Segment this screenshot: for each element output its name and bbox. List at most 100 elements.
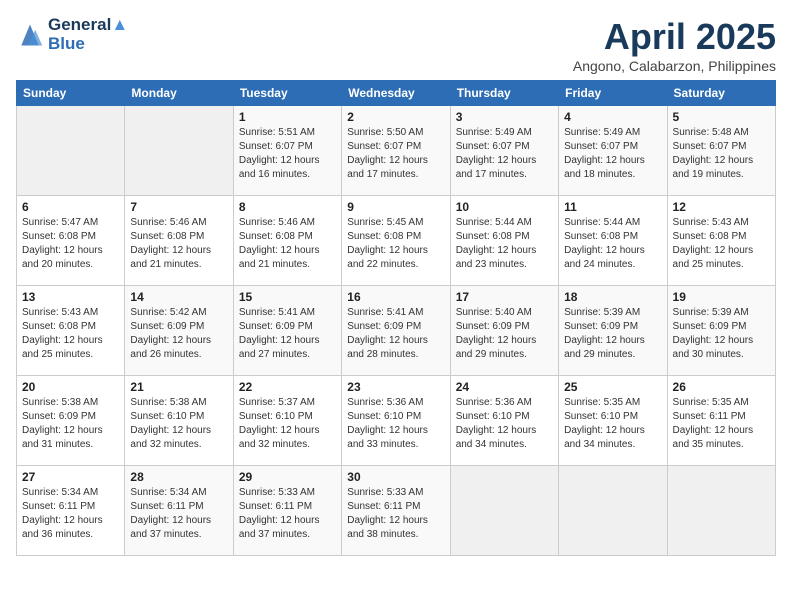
day-detail: Sunrise: 5:39 AMSunset: 6:09 PMDaylight:… [673, 306, 770, 362]
weekday-header-row: SundayMondayTuesdayWednesdayThursdayFrid… [17, 81, 776, 106]
calendar-cell: 30 Sunrise: 5:33 AMSunset: 6:11 PMDayligh… [342, 466, 450, 556]
day-number: 19 [673, 290, 770, 304]
day-detail: Sunrise: 5:47 AMSunset: 6:08 PMDaylight:… [22, 216, 119, 272]
day-detail: Sunrise: 5:51 AMSunset: 6:07 PMDaylight:… [239, 126, 336, 182]
calendar-cell: 5 Sunrise: 5:48 AMSunset: 6:07 PMDaylight… [667, 106, 775, 196]
day-detail: Sunrise: 5:35 AMSunset: 6:11 PMDaylight:… [673, 396, 770, 452]
day-number: 14 [130, 290, 227, 304]
day-detail: Sunrise: 5:39 AMSunset: 6:09 PMDaylight:… [564, 306, 661, 362]
weekday-header-thursday: Thursday [450, 81, 558, 106]
day-detail: Sunrise: 5:36 AMSunset: 6:10 PMDaylight:… [456, 396, 553, 452]
calendar-cell: 17Sunrise: 5:40 AMSunset: 6:09 PMDayligh… [450, 286, 558, 376]
calendar-cell: 24Sunrise: 5:36 AMSunset: 6:10 PMDayligh… [450, 376, 558, 466]
calendar-cell: 16 Sunrise: 5:41 AMSunset: 6:09 PMDayligh… [342, 286, 450, 376]
day-detail: Sunrise: 5:38 AMSunset: 6:10 PMDaylight:… [130, 396, 227, 452]
day-number: 5 [673, 110, 770, 124]
day-number: 23 [347, 380, 444, 394]
calendar-cell: 28Sunrise: 5:34 AMSunset: 6:11 PMDayligh… [125, 466, 233, 556]
day-detail: Sunrise: 5:44 AMSunset: 6:08 PMDaylight:… [564, 216, 661, 272]
day-number: 27 [22, 470, 119, 484]
month-title: April 2025 [573, 16, 776, 58]
logo-text: General▲ Blue [48, 16, 128, 53]
calendar-body: 1 Sunrise: 5:51 AMSunset: 6:07 PMDaylight… [17, 106, 776, 556]
calendar-table: SundayMondayTuesdayWednesdayThursdayFrid… [16, 80, 776, 556]
day-detail: Sunrise: 5:37 AMSunset: 6:10 PMDaylight:… [239, 396, 336, 452]
weekday-header-monday: Monday [125, 81, 233, 106]
day-number: 15 [239, 290, 336, 304]
day-number: 30 [347, 470, 444, 484]
calendar-week-5: 27 Sunrise: 5:34 AMSunset: 6:11 PMDayligh… [17, 466, 776, 556]
day-number: 10 [456, 200, 553, 214]
location: Angono, Calabarzon, Philippines [573, 58, 776, 74]
day-detail: Sunrise: 5:44 AMSunset: 6:08 PMDaylight:… [456, 216, 553, 272]
calendar-cell: 15Sunrise: 5:41 AMSunset: 6:09 PMDayligh… [233, 286, 341, 376]
day-number: 17 [456, 290, 553, 304]
calendar-cell: 8 Sunrise: 5:46 AMSunset: 6:08 PMDaylight… [233, 196, 341, 286]
weekday-header-friday: Friday [559, 81, 667, 106]
day-number: 8 [239, 200, 336, 214]
day-detail: Sunrise: 5:45 AMSunset: 6:08 PMDaylight:… [347, 216, 444, 272]
day-number: 18 [564, 290, 661, 304]
day-number: 2 [347, 110, 444, 124]
calendar-cell [667, 466, 775, 556]
calendar-cell: 10 Sunrise: 5:44 AMSunset: 6:08 PMDayligh… [450, 196, 558, 286]
day-number: 4 [564, 110, 661, 124]
calendar-cell [17, 106, 125, 196]
calendar-cell: 12 Sunrise: 5:43 AMSunset: 6:08 PMDayligh… [667, 196, 775, 286]
weekday-header-tuesday: Tuesday [233, 81, 341, 106]
calendar-cell: 20 Sunrise: 5:38 AMSunset: 6:09 PMDayligh… [17, 376, 125, 466]
title-area: April 2025 Angono, Calabarzon, Philippin… [573, 16, 776, 74]
day-number: 9 [347, 200, 444, 214]
day-detail: Sunrise: 5:42 AMSunset: 6:09 PMDaylight:… [130, 306, 227, 362]
calendar-cell [559, 466, 667, 556]
day-detail: Sunrise: 5:34 AMSunset: 6:11 PMDaylight:… [130, 486, 227, 542]
day-number: 6 [22, 200, 119, 214]
calendar-cell: 19 Sunrise: 5:39 AMSunset: 6:09 PMDayligh… [667, 286, 775, 376]
calendar-cell: 9 Sunrise: 5:45 AMSunset: 6:08 PMDaylight… [342, 196, 450, 286]
day-detail: Sunrise: 5:33 AMSunset: 6:11 PMDaylight:… [239, 486, 336, 542]
weekday-header-saturday: Saturday [667, 81, 775, 106]
weekday-header-wednesday: Wednesday [342, 81, 450, 106]
calendar-cell: 27 Sunrise: 5:34 AMSunset: 6:11 PMDayligh… [17, 466, 125, 556]
page-header: General▲ Blue April 2025 Angono, Calabar… [16, 16, 776, 74]
calendar-week-4: 20 Sunrise: 5:38 AMSunset: 6:09 PMDayligh… [17, 376, 776, 466]
calendar-cell: 7Sunrise: 5:46 AMSunset: 6:08 PMDaylight… [125, 196, 233, 286]
calendar-cell: 13Sunrise: 5:43 AMSunset: 6:08 PMDayligh… [17, 286, 125, 376]
calendar-cell: 11Sunrise: 5:44 AMSunset: 6:08 PMDayligh… [559, 196, 667, 286]
day-detail: Sunrise: 5:33 AMSunset: 6:11 PMDaylight:… [347, 486, 444, 542]
day-number: 26 [673, 380, 770, 394]
day-number: 16 [347, 290, 444, 304]
calendar-cell [450, 466, 558, 556]
day-detail: Sunrise: 5:49 AMSunset: 6:07 PMDaylight:… [564, 126, 661, 182]
day-detail: Sunrise: 5:46 AMSunset: 6:08 PMDaylight:… [239, 216, 336, 272]
calendar-cell: 26 Sunrise: 5:35 AMSunset: 6:11 PMDayligh… [667, 376, 775, 466]
calendar-cell: 18 Sunrise: 5:39 AMSunset: 6:09 PMDayligh… [559, 286, 667, 376]
weekday-header-sunday: Sunday [17, 81, 125, 106]
calendar-cell: 29 Sunrise: 5:33 AMSunset: 6:11 PMDayligh… [233, 466, 341, 556]
day-detail: Sunrise: 5:35 AMSunset: 6:10 PMDaylight:… [564, 396, 661, 452]
calendar-cell: 21 Sunrise: 5:38 AMSunset: 6:10 PMDayligh… [125, 376, 233, 466]
logo: General▲ Blue [16, 16, 128, 53]
day-number: 1 [239, 110, 336, 124]
calendar-cell [125, 106, 233, 196]
day-number: 20 [22, 380, 119, 394]
day-number: 12 [673, 200, 770, 214]
day-detail: Sunrise: 5:36 AMSunset: 6:10 PMDaylight:… [347, 396, 444, 452]
logo-icon [16, 21, 44, 49]
day-number: 21 [130, 380, 227, 394]
day-detail: Sunrise: 5:48 AMSunset: 6:07 PMDaylight:… [673, 126, 770, 182]
day-detail: Sunrise: 5:49 AMSunset: 6:07 PMDaylight:… [456, 126, 553, 182]
calendar-cell: 4 Sunrise: 5:49 AMSunset: 6:07 PMDaylight… [559, 106, 667, 196]
calendar-cell: 25 Sunrise: 5:35 AMSunset: 6:10 PMDayligh… [559, 376, 667, 466]
day-detail: Sunrise: 5:38 AMSunset: 6:09 PMDaylight:… [22, 396, 119, 452]
calendar-week-3: 13Sunrise: 5:43 AMSunset: 6:08 PMDayligh… [17, 286, 776, 376]
calendar-cell: 22Sunrise: 5:37 AMSunset: 6:10 PMDayligh… [233, 376, 341, 466]
day-detail: Sunrise: 5:41 AMSunset: 6:09 PMDaylight:… [347, 306, 444, 362]
day-detail: Sunrise: 5:34 AMSunset: 6:11 PMDaylight:… [22, 486, 119, 542]
day-detail: Sunrise: 5:43 AMSunset: 6:08 PMDaylight:… [22, 306, 119, 362]
calendar-cell: 6 Sunrise: 5:47 AMSunset: 6:08 PMDaylight… [17, 196, 125, 286]
day-number: 29 [239, 470, 336, 484]
day-number: 25 [564, 380, 661, 394]
day-number: 3 [456, 110, 553, 124]
day-detail: Sunrise: 5:43 AMSunset: 6:08 PMDaylight:… [673, 216, 770, 272]
